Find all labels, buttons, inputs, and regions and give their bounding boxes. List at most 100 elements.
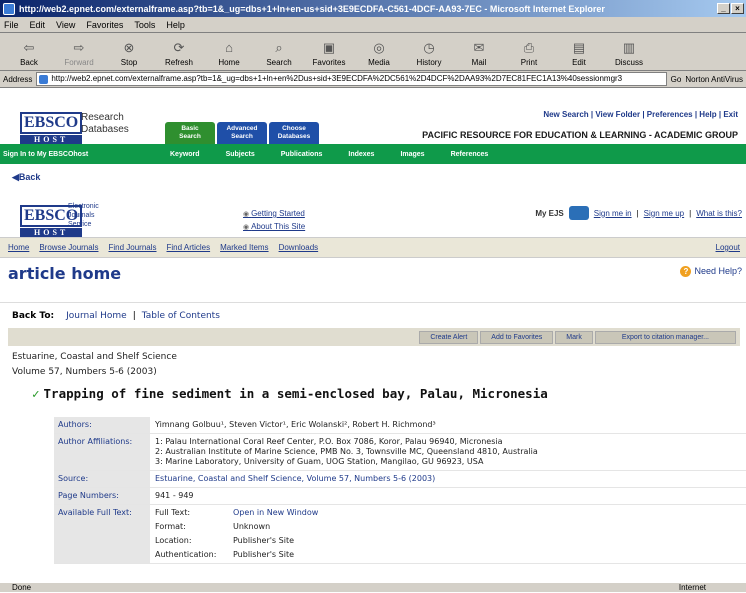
address-input[interactable]: http://web2.epnet.com/externalframe.asp?… [36,72,667,86]
forward-button[interactable]: ⇨ Forward [54,40,104,67]
mark-button[interactable]: Mark [555,330,593,344]
go-button[interactable]: Go [671,75,682,84]
journal-name: Estuarine, Coastal and Shelf Science [12,352,177,362]
back-link[interactable]: ◀Back [0,164,746,190]
window-controls: _ × [717,3,744,14]
mail-button[interactable]: ✉ Mail [454,40,504,67]
article-title: ✓ Trapping of fine sediment in a semi-enc… [32,386,548,401]
favorites-button[interactable]: ▣ Favorites [304,40,354,67]
authors-value: Yimnang Golbuu¹, Steven Victor¹, Eric Wo… [155,420,436,429]
my-ejs-panel: My EJS Sign me in | Sign me up | What is… [535,206,742,220]
subtab-references[interactable]: References [447,151,493,158]
tab-basic-search[interactable]: Basic Search [165,122,215,144]
tab-choose-databases[interactable]: Choose Databases [269,122,319,144]
forward-arrow-icon: ⇨ [73,40,85,55]
pages-value: 941 - 949 [155,491,194,500]
action-bar: Create Alert Add to Favorites Mark Expor… [8,328,740,346]
subtab-images[interactable]: Images [396,151,428,158]
close-button[interactable]: × [731,3,744,14]
ebsco-green-bar: Sign In to My EBSCOhost Keyword Subjects… [0,144,746,164]
media-button[interactable]: ◎ Media [354,40,404,67]
tab-advanced-search[interactable]: Advanced Search [217,122,267,144]
nav-home[interactable]: Home [8,243,29,252]
table-of-contents-link[interactable]: Table of Contents [142,311,220,321]
subtab-publications[interactable]: Publications [277,151,327,158]
home-button[interactable]: ⌂ Home [204,40,254,67]
status-bar: Done Internet [0,582,746,592]
minimize-button[interactable]: _ [717,3,730,14]
refresh-button[interactable]: ⟳ Refresh [154,40,204,67]
pages-row: Page Numbers: 941 - 949 [54,488,746,505]
back-button[interactable]: ⇦ Back [4,40,54,67]
volume-info: Volume 57, Numbers 5-6 (2003) [12,367,157,377]
menu-view[interactable]: View [56,20,75,30]
sign-me-up-link[interactable]: Sign me up [644,209,684,218]
stop-icon: ⊗ [123,40,135,55]
menu-tools[interactable]: Tools [134,20,155,30]
search-button[interactable]: ⌕ Search [254,40,304,67]
print-icon: ⎙ [523,40,535,55]
ejs-header: EBSCO HOST Electronic Journals Service G… [0,190,746,238]
nav-find-journals[interactable]: Find Journals [108,243,156,252]
my-ejs-icon [568,206,589,220]
nav-marked-items[interactable]: Marked Items [220,243,268,252]
ie-icon [3,2,15,15]
need-help-link[interactable]: Need Help? [680,266,742,277]
edit-icon: ▤ [572,40,586,55]
authors-row: Authors: Yimnang Golbuu¹, Steven Victor¹… [54,417,746,434]
affiliations-value: 1: Palau International Coral Reef Center… [155,437,538,466]
my-ejs-label: My EJS [535,208,564,218]
what-is-this-link[interactable]: What is this? [696,209,742,218]
source-link[interactable]: Estuarine, Coastal and Shelf Science, Vo… [150,471,746,487]
logout-link[interactable]: Logout [716,243,740,252]
discuss-button[interactable]: ▥ Discuss [604,40,654,67]
menu-edit[interactable]: Edit [30,20,46,30]
getting-started-link[interactable]: Getting Started [243,208,305,221]
edit-button[interactable]: ▤ Edit [554,40,604,67]
menu-bar: File Edit View Favorites Tools Help [0,17,746,33]
address-bar: Address http://web2.epnet.com/externalfr… [0,71,746,88]
norton-antivirus-button[interactable]: Norton AntiVirus [685,75,743,84]
favorites-icon: ▣ [322,40,336,55]
discuss-icon: ▥ [622,40,636,55]
ejs-service-label: Electronic Journals Service [68,203,99,228]
menu-help[interactable]: Help [166,20,185,30]
mail-icon: ✉ [473,40,485,55]
ebsco-header: EBSCO HOST Research Databases Basic Searc… [0,88,746,144]
affiliations-row: Author Affiliations: 1: Palau Internatio… [54,434,746,471]
export-citation-button[interactable]: Export to citation manager... [594,330,736,344]
citation: Estuarine, Coastal and Shelf Science Vol… [0,350,746,380]
page-title: article home Need Help? [0,258,746,288]
menu-favorites[interactable]: Favorites [86,20,123,30]
status-text: Done [12,583,32,592]
nav-browse-journals[interactable]: Browse Journals [39,243,98,252]
article-metadata: Authors: Yimnang Golbuu¹, Steven Victor¹… [54,417,746,564]
nav-downloads[interactable]: Downloads [279,243,319,252]
fulltext-row: Available Full Text: Full Text: Open in N… [54,505,746,564]
subtab-keyword[interactable]: Keyword [166,151,204,158]
source-row: Source: Estuarine, Coastal and Shelf Sci… [54,471,746,488]
history-button[interactable]: ◷ History [404,40,454,67]
subtab-indexes[interactable]: Indexes [344,151,378,158]
home-icon: ⌂ [225,40,233,55]
create-alert-button[interactable]: Create Alert [419,330,479,344]
open-new-window-link[interactable]: Open in New Window [233,508,741,518]
back-to-bar: Back To: Journal Home | Table of Contents [0,302,746,328]
journal-home-link[interactable]: Journal Home [66,311,127,321]
sign-in-link[interactable]: Sign In to My EBSCOhost [0,151,158,158]
refresh-icon: ⟳ [173,40,185,55]
stop-button[interactable]: ⊗ Stop [104,40,154,67]
ebsco-logo[interactable]: EBSCO HOST [20,112,83,144]
add-to-favorites-button[interactable]: Add to Favorites [480,330,554,344]
ebsco-top-links[interactable]: New Search | View Folder | Preferences |… [543,110,738,119]
sign-me-in-link[interactable]: Sign me in [594,209,632,218]
print-button[interactable]: ⎙ Print [504,40,554,67]
window-titlebar: http://web2.epnet.com/externalframe.asp?… [0,0,746,17]
about-site-link[interactable]: About This Site [243,221,305,234]
menu-file[interactable]: File [4,20,19,30]
subtab-subjects[interactable]: Subjects [222,151,259,158]
search-icon: ⌕ [275,40,283,55]
nav-find-articles[interactable]: Find Articles [167,243,211,252]
ebsco-nav-tabs: Basic Search Advanced Search Choose Databas… [165,122,319,144]
back-to-label: Back To: [12,310,55,321]
